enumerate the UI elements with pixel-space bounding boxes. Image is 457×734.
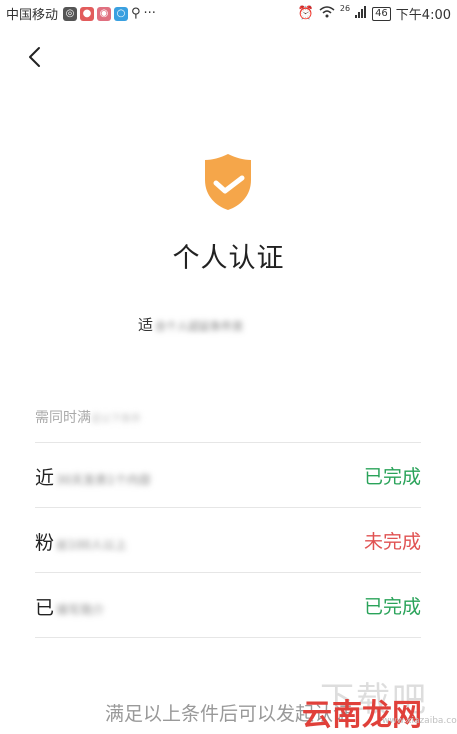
watermark-url-text: www.xiazaiba.com [382,716,457,726]
alarm-icon: ⏰ [297,6,314,21]
requirements-heading-prefix: 需同时满 [35,410,91,426]
requirement-status: 已完成 [363,466,421,488]
requirement-label: 近 30天发表1个内容 [35,463,151,490]
page-title: 个人认证 [172,243,285,274]
network-type-label: 26 [339,4,351,13]
requirement-status: 未完成 [363,531,421,553]
carrier-name: 中国移动 [6,8,59,23]
key-icon: ⚲ [131,6,141,21]
shield-check-icon [203,152,253,212]
requirements-heading-blurred: 足以下条件 [91,414,141,425]
camera-app-icon: ◉ [97,6,112,21]
requirement-row-recent-post[interactable]: 近 30天发表1个内容 已完成 [35,443,421,507]
battery-icon: 46 [372,6,391,21]
browser-app-icon: ○ [114,6,129,21]
requirement-label-blurred: 丝100人以上 [56,538,127,552]
requirement-row-profile-bio[interactable]: 已填写简介 已完成 [35,573,421,637]
requirement-label-prefix: 近 [35,467,55,489]
status-bar-right: ⏰ 26 46 下午4:00 [298,4,451,23]
divider [35,637,421,638]
location-pin-icon: ● [80,6,95,21]
requirement-label-prefix: 粉 [35,532,55,554]
status-bar-left: 中国移动 ◎ ● ◉ ○ ⚲ ··· [6,4,156,23]
status-bar: 中国移动 ◎ ● ◉ ○ ⚲ ··· ⏰ 26 46 下午4:00 [0,0,457,26]
requirement-label-blurred: 填写简介 [56,603,105,617]
watermark-main-text: 云南龙网 [302,698,422,733]
requirement-label: 粉丝100人以上 [35,528,127,555]
requirement-label-prefix: 已 [35,597,55,619]
wifi-icon [319,5,335,22]
clock-time: 下午4:00 [395,8,451,23]
requirement-status: 已完成 [363,596,421,618]
requirement-label-blurred: 30天发表1个内容 [56,473,151,487]
description-prefix: 适 [138,316,154,334]
more-notifications-icon: ··· [143,6,156,21]
requirement-label: 已填写简介 [35,593,104,620]
signal-icon [355,5,367,22]
back-button[interactable] [22,42,50,72]
chevron-left-icon [29,47,40,67]
page-description: 适合个人認証条件资 [138,314,243,335]
requirement-row-followers[interactable]: 粉丝100人以上 未完成 [35,508,421,572]
requirements-heading: 需同时满足以下条件 [35,407,141,427]
description-blurred: 合个人認証条件资 [155,320,244,333]
app-notification-icon: ◎ [63,6,78,21]
watermark-logo: 下载吧 云南龙网 www.xiazaiba.com [302,672,457,733]
